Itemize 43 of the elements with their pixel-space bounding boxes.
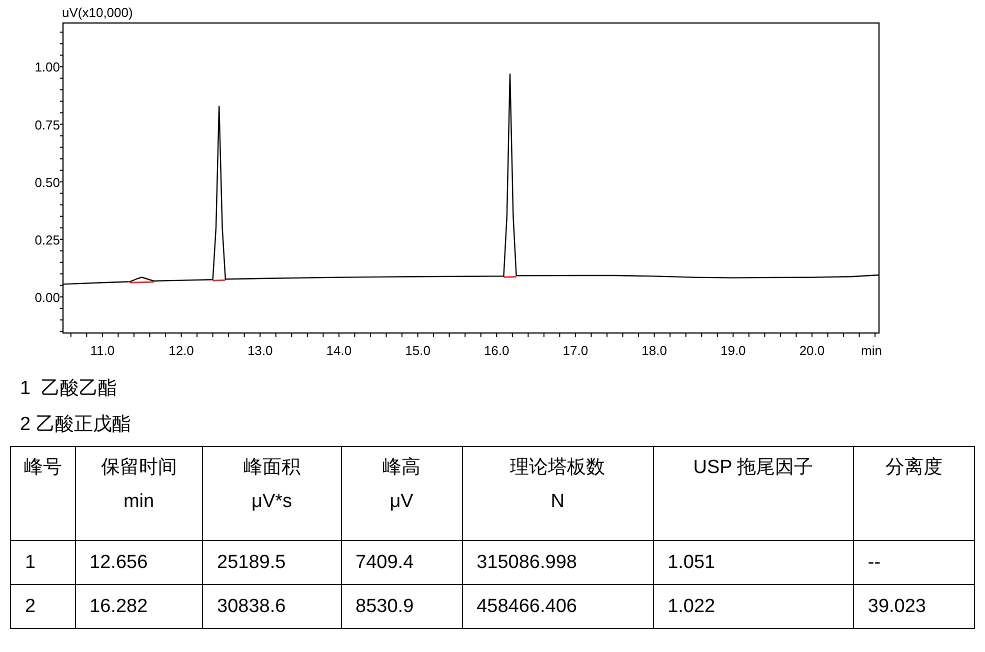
y-tick-label: 0.00	[34, 290, 60, 305]
x-axis-label: min	[861, 343, 882, 358]
table-cell: 7409.4	[341, 540, 462, 584]
table-cell: 1	[10, 540, 76, 584]
column-header: 峰面积 μV*s	[202, 446, 342, 540]
table-cell: 8530.9	[341, 584, 462, 628]
x-tick-label: 15.0	[405, 343, 430, 358]
table-cell: --	[853, 540, 974, 584]
column-header: USP 拖尾因子	[653, 446, 854, 540]
y-tick-label: 1.00	[34, 60, 60, 75]
table-cell: 39.023	[853, 584, 974, 628]
column-header: 保留时间 min	[75, 446, 202, 540]
column-header: 分离度	[853, 446, 974, 540]
x-tick-label: 14.0	[326, 343, 352, 358]
y-tick-label: 0.75	[34, 117, 60, 132]
table-cell: 16.282	[75, 584, 202, 628]
column-header: 峰高 μV	[341, 446, 462, 540]
peak-legend-item: 2 乙酸正戊酯	[20, 413, 132, 437]
column-header: 理论塔板数 N	[462, 446, 654, 540]
table-cell: 25189.5	[202, 540, 342, 584]
baseline-mark	[504, 276, 516, 278]
table-cell: 12.656	[75, 540, 202, 584]
table-cell: 315086.998	[462, 540, 654, 584]
table-cell: 1.051	[653, 540, 854, 584]
peak-legend-item: 1 乙酸乙酯	[20, 377, 118, 401]
y-tick-label: 0.50	[34, 174, 60, 190]
baseline-mark	[130, 281, 154, 284]
table-cell: 1.022	[653, 584, 854, 628]
x-tick-label: 11.0	[90, 343, 115, 358]
x-tick-label: 20.0	[799, 343, 825, 358]
table-cell: 2	[10, 584, 76, 628]
x-tick-label: 12.0	[168, 343, 194, 358]
x-tick-label: 17.0	[562, 343, 588, 358]
baseline-mark	[212, 279, 226, 282]
x-tick-label: 18.0	[642, 343, 667, 358]
column-header: 峰号	[10, 446, 76, 540]
x-tick-label: 19.0	[720, 343, 746, 358]
y-axis-label: uV(x10,000)	[62, 5, 133, 20]
x-tick-label: 13.0	[247, 343, 273, 358]
x-tick-label: 16.0	[484, 343, 510, 358]
table-cell: 30838.6	[202, 584, 342, 628]
table-cell: 458466.406	[462, 584, 654, 628]
y-tick-label: 0.25	[34, 232, 60, 248]
